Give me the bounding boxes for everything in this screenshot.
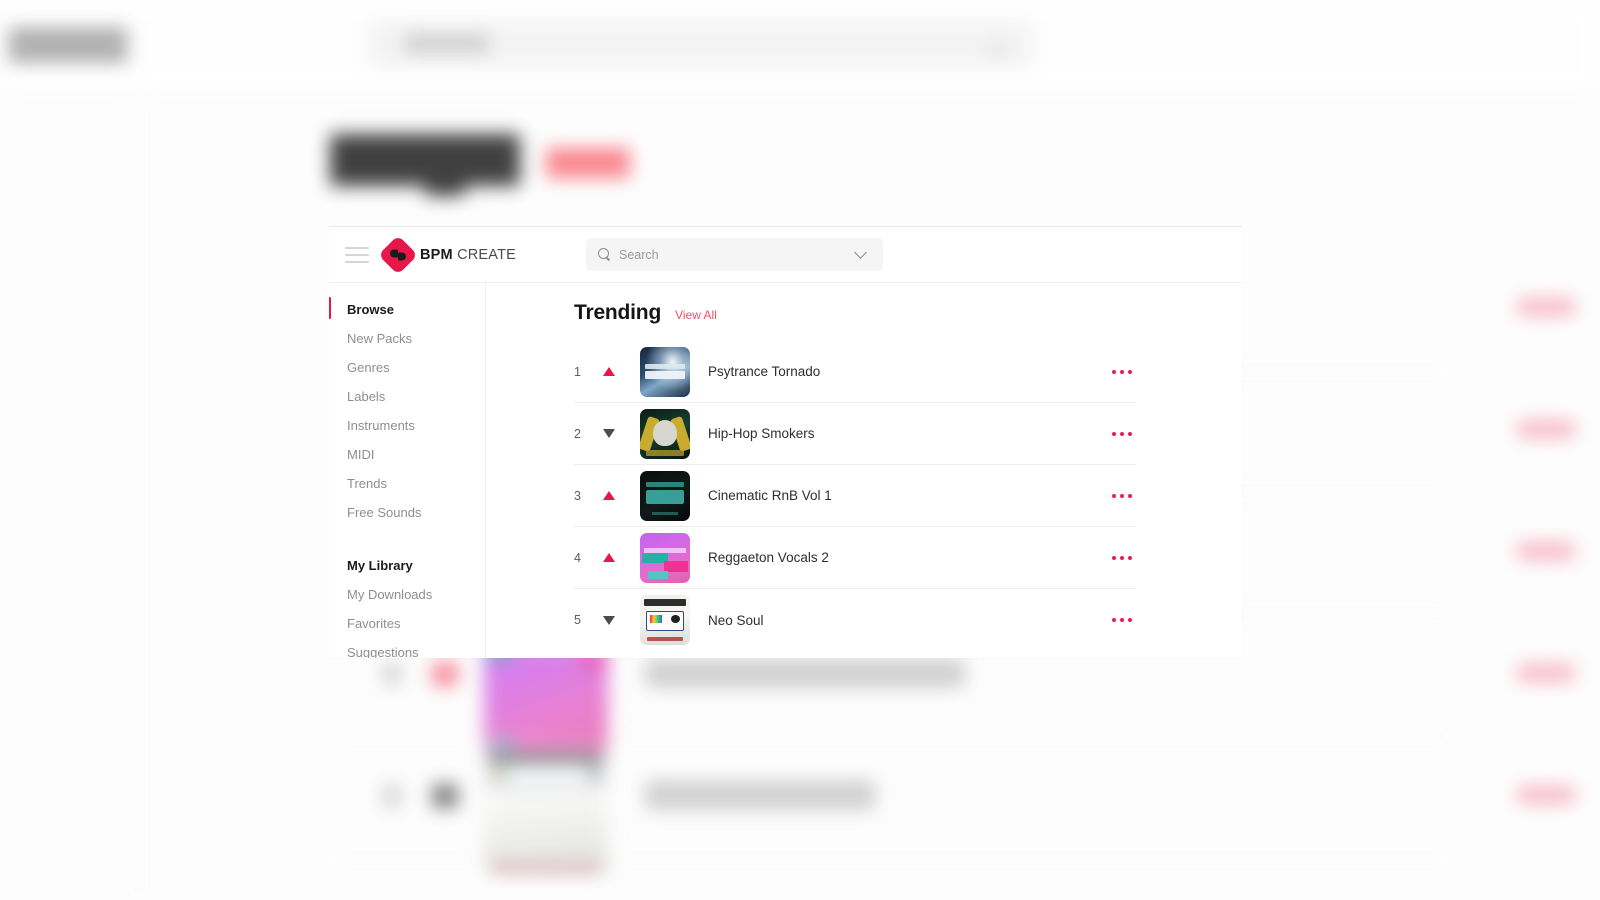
sidebar-group-spacer: [329, 527, 485, 551]
trend-up-icon: [596, 553, 622, 562]
pack-artwork-thumbnail[interactable]: [640, 532, 690, 583]
sidebar-item-browse[interactable]: Browse: [329, 295, 485, 324]
bpm-diamond-logo-icon: [378, 234, 418, 275]
search-icon: [598, 248, 611, 261]
trend-up-icon: [596, 491, 622, 500]
pack-title[interactable]: Reggaeton Vocals 2: [708, 550, 829, 565]
row-rank: 3: [574, 488, 581, 503]
sidebar-item-suggestions[interactable]: Suggestions: [329, 638, 485, 658]
background-sidebar-divider: [137, 92, 138, 900]
row-rank: 2: [574, 426, 581, 441]
more-options-icon[interactable]: [1110, 550, 1134, 566]
table-row[interactable]: 3 Cinematic RnB Vol 1: [574, 465, 1136, 527]
sidebar-heading-my-library: My Library: [347, 558, 413, 573]
view-all-link[interactable]: View All: [675, 308, 717, 322]
pack-artwork-thumbnail[interactable]: [640, 346, 690, 397]
pack-title[interactable]: Neo Soul: [708, 613, 764, 628]
pack-artwork-thumbnail[interactable]: [640, 408, 690, 459]
background-row: [0, 736, 1600, 874]
pack-title[interactable]: Hip-Hop Smokers: [708, 426, 815, 441]
sidebar-item-instruments[interactable]: Instruments: [329, 411, 485, 440]
brand-logo[interactable]: BPM CREATE: [378, 234, 516, 275]
app-header: BPM CREATE: [329, 227, 1241, 283]
app-screen: BPM CREATE Browse New Packs Genres Label…: [0, 0, 1600, 900]
trending-panel: BPM CREATE Browse New Packs Genres Label…: [329, 226, 1241, 658]
brand-name-bold: BPM: [420, 246, 453, 263]
panel-body: Browse New Packs Genres Labels Instrumen…: [329, 283, 1241, 658]
chevron-down-icon[interactable]: [854, 246, 867, 259]
section-header: Trending View All: [574, 301, 1241, 325]
table-row[interactable]: 1 Psytrance Tornado: [574, 341, 1136, 403]
trend-down-icon: [596, 615, 622, 625]
sidebar-item-favorites[interactable]: Favorites: [329, 609, 485, 638]
sidebar-item-trends[interactable]: Trends: [329, 469, 485, 498]
table-row[interactable]: 4 Reggaeton Vocals 2: [574, 527, 1136, 589]
row-rank: 4: [574, 550, 581, 565]
brand-name: BPM CREATE: [420, 247, 516, 263]
more-options-icon[interactable]: [1110, 364, 1134, 380]
sidebar-item-my-downloads[interactable]: My Downloads: [329, 580, 485, 609]
background-view-all-link: [546, 148, 630, 178]
pack-artwork-thumbnail[interactable]: [640, 470, 690, 521]
more-options-icon[interactable]: [1110, 612, 1134, 628]
background-menu-icon: [8, 30, 128, 60]
hamburger-menu-icon[interactable]: [345, 246, 369, 263]
trend-up-icon: [596, 367, 622, 376]
background-topbar: [0, 0, 1600, 92]
trend-down-icon: [596, 429, 622, 438]
brand-name-light: CREATE: [457, 246, 517, 263]
background-page-title-tail: [425, 170, 465, 196]
pack-title[interactable]: Cinematic RnB Vol 1: [708, 488, 832, 503]
sidebar-item-genres[interactable]: Genres: [329, 353, 485, 382]
sidebar-nav: Browse New Packs Genres Labels Instrumen…: [329, 283, 486, 658]
table-row[interactable]: 2 Hip-Hop Smokers: [574, 403, 1136, 465]
background-page-title: [330, 134, 520, 186]
page-title: Trending: [574, 301, 662, 324]
pack-artwork-thumbnail[interactable]: [640, 595, 690, 645]
sidebar-item-midi[interactable]: MIDI: [329, 440, 485, 469]
more-options-icon[interactable]: [1110, 426, 1134, 442]
search-bar[interactable]: [586, 238, 883, 271]
row-rank: 1: [574, 364, 581, 379]
row-rank: 5: [574, 613, 581, 627]
pack-title[interactable]: Psytrance Tornado: [708, 364, 820, 379]
more-options-icon[interactable]: [1110, 488, 1134, 504]
sidebar-item-labels[interactable]: Labels: [329, 382, 485, 411]
background-search-input: [368, 20, 1033, 68]
trending-list: 1 Psytrance Tornado 2 Hip-Hop Smokers 3 …: [574, 341, 1136, 651]
sidebar-item-free-sounds[interactable]: Free Sounds: [329, 498, 485, 527]
main-content: Trending View All 1 Psytrance Tornado 2 …: [486, 283, 1241, 658]
search-input[interactable]: [619, 247, 856, 262]
sidebar-item-new-packs[interactable]: New Packs: [329, 324, 485, 353]
table-row[interactable]: 5 Neo Soul: [574, 589, 1136, 651]
